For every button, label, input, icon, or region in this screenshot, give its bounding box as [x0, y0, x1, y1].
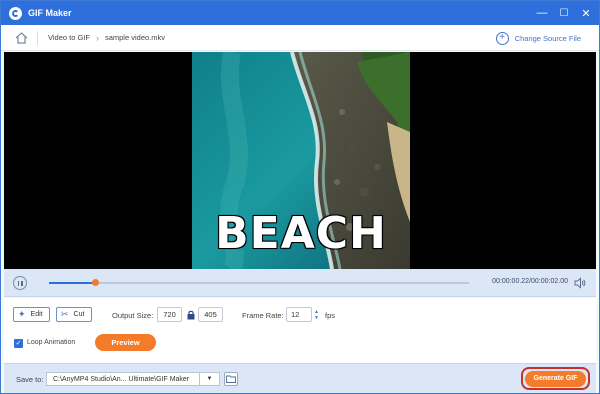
close-button[interactable]: ✕: [575, 1, 597, 25]
scissors-icon: ✂: [61, 309, 69, 319]
pause-button[interactable]: [13, 276, 27, 290]
breadcrumb: Video to GIF › sample video.mkv + Change…: [1, 25, 599, 51]
generate-gif-button[interactable]: Generate GIF: [525, 370, 586, 387]
timecode: 00:00:00.22/00:00:02.00: [492, 278, 568, 285]
home-icon[interactable]: [14, 31, 28, 45]
generate-gif-highlight: Generate GIF: [521, 367, 590, 390]
frame-rate-stepper[interactable]: ▲ ▼: [313, 307, 320, 322]
breadcrumb-item-file: sample video.mkv: [104, 33, 165, 42]
video-caption-text: BEACH: [215, 208, 387, 259]
progress-handle[interactable]: [92, 279, 100, 286]
breadcrumb-item-video-to-gif[interactable]: Video to GIF: [48, 33, 90, 42]
frame-rate-label: Frame Rate:: [242, 311, 284, 320]
app-logo-icon: [9, 6, 22, 20]
chevron-down-icon[interactable]: ▼: [199, 373, 219, 385]
cut-button[interactable]: ✂ Cut: [56, 307, 92, 322]
save-path-field[interactable]: C:\AnyMP4 Studio\An... Ultimate\GIF Make…: [46, 372, 220, 386]
progress-fill: [49, 282, 96, 284]
change-source-label: Change Source File: [514, 33, 581, 43]
title-bar: GIF Maker — ☐ ✕: [1, 1, 599, 25]
output-width-input[interactable]: 720: [157, 307, 182, 322]
preview-button[interactable]: Preview: [95, 334, 156, 351]
gif-maker-window: GIF Maker — ☐ ✕ Video to GIF › sample vi…: [0, 0, 600, 394]
save-to-label: Save to:: [16, 375, 44, 384]
breadcrumb-divider: [37, 30, 38, 45]
lock-icon[interactable]: [187, 310, 195, 320]
loop-animation-checkbox[interactable]: ✓: [14, 339, 23, 348]
folder-icon[interactable]: [224, 372, 238, 386]
cut-button-label: Cut: [73, 311, 85, 318]
output-size-label: Output Size:: [112, 311, 154, 320]
video-preview: BEACH: [4, 52, 596, 269]
minimize-button[interactable]: —: [531, 1, 553, 25]
frame-rate-input[interactable]: 12: [286, 307, 312, 322]
pause-icon: [17, 280, 19, 286]
fps-label: fps: [325, 311, 336, 320]
save-bar: Save to: C:\AnyMP4 Studio\An... Ultimate…: [4, 363, 596, 393]
save-path-value: C:\AnyMP4 Studio\An... Ultimate\GIF Make…: [53, 375, 190, 383]
output-height-input[interactable]: 405: [198, 307, 223, 322]
caret-down-icon[interactable]: ▼: [314, 315, 319, 321]
magic-wand-icon: ✦: [18, 309, 26, 319]
playback-bar: 00:00:00.22/00:00:02.00: [4, 269, 596, 297]
edit-button-label: Edit: [30, 311, 43, 318]
video-frame: BEACH: [192, 52, 410, 269]
window-title: GIF Maker: [28, 8, 72, 18]
gif-settings-panel: ✦ Edit ✂ Cut Output Size: 720 405 Frame …: [4, 298, 596, 363]
loop-animation-label: Loop Animation: [27, 339, 76, 346]
maximize-button[interactable]: ☐: [553, 1, 575, 25]
plus-circle-icon: +: [495, 31, 509, 45]
chevron-right-icon: ›: [95, 32, 99, 43]
change-source-file-button[interactable]: + Change Source File: [495, 25, 581, 51]
progress-track[interactable]: [49, 279, 469, 286]
edit-button[interactable]: ✦ Edit: [13, 307, 50, 322]
volume-icon[interactable]: [574, 277, 586, 289]
